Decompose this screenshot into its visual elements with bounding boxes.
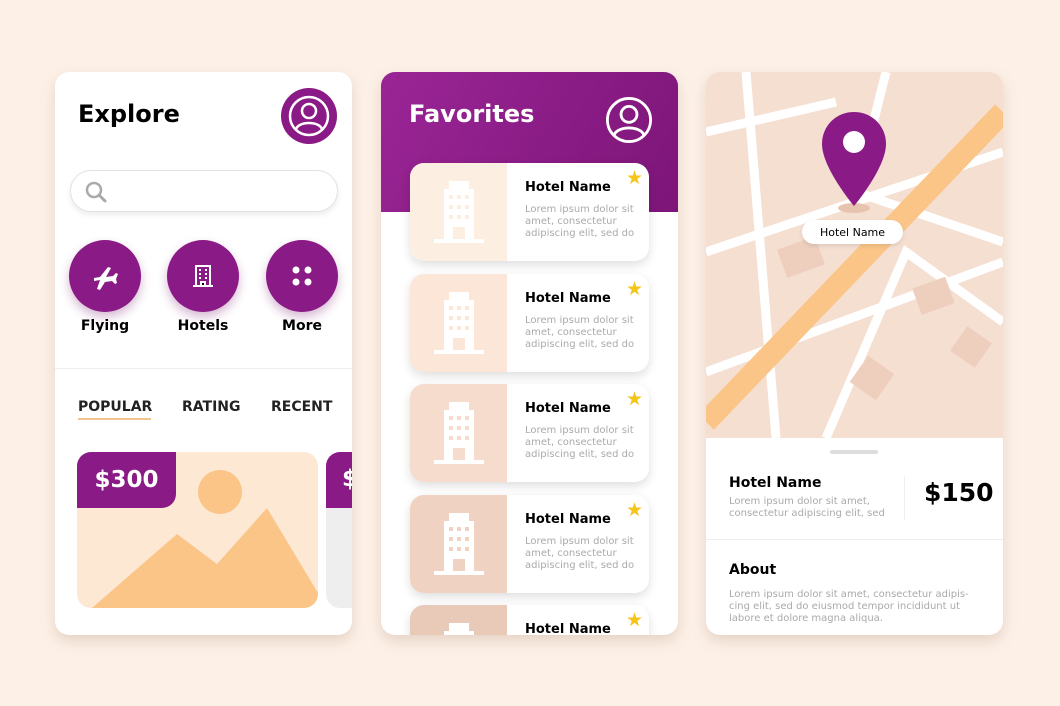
tab-rating[interactable]: RATING: [182, 399, 241, 415]
favorite-hotel-card[interactable]: Hotel Name Lorem ipsum dolor sit amet, c…: [410, 163, 649, 261]
active-tab-indicator: [78, 418, 151, 420]
hotel-image: [410, 605, 507, 635]
hotel-detail-screen: Hotel Name Hotel Name Lorem ipsum dolor …: [706, 72, 1003, 635]
user-icon: [288, 95, 330, 137]
search-icon: [85, 181, 107, 203]
category-label: Flying: [80, 318, 130, 334]
popular-card[interactable]: $: [326, 452, 352, 608]
hotel-name: Hotel Name: [525, 622, 611, 635]
hotel-image: [410, 494, 507, 593]
popular-card[interactable]: $300: [77, 452, 318, 608]
user-icon: [605, 96, 653, 144]
hotel-description: Lorem ipsum dolor sit amet, consectetur …: [525, 535, 635, 571]
about-title: About: [729, 562, 777, 578]
profile-avatar[interactable]: [281, 88, 337, 144]
divider: [55, 368, 352, 369]
tab-popular[interactable]: POPULAR: [78, 399, 152, 415]
star-icon[interactable]: ★: [626, 388, 643, 410]
building-icon: [433, 291, 484, 354]
hotel-name: Hotel Name: [525, 511, 611, 527]
favorite-hotel-card[interactable]: Hotel Name ★: [410, 605, 649, 635]
building-icon: [193, 265, 213, 287]
grid-dots-icon: [292, 266, 312, 286]
favorite-hotel-card[interactable]: Hotel Name Lorem ipsum dolor sit amet, c…: [410, 273, 649, 372]
hotel-image: [410, 384, 507, 482]
hotel-description: Lorem ipsum dolor sit amet, consectetur …: [525, 204, 635, 239]
hotel-name: Hotel Name: [525, 290, 611, 306]
star-icon[interactable]: ★: [626, 499, 643, 521]
star-icon[interactable]: ★: [626, 278, 643, 300]
about-text: Lorem ipsum dolor sit amet, consectetur …: [729, 589, 969, 624]
star-icon[interactable]: ★: [626, 609, 643, 631]
price-badge: $300: [77, 452, 176, 508]
hotel-description: Lorem ipsum dolor sit amet, consectetur …: [525, 314, 635, 350]
drag-handle[interactable]: [830, 450, 878, 454]
hotel-image: [410, 163, 507, 261]
profile-avatar[interactable]: [601, 92, 657, 148]
pin-label: Hotel Name: [802, 220, 903, 244]
star-icon[interactable]: ★: [626, 167, 643, 189]
search-input[interactable]: [70, 170, 338, 212]
category-label: Hotels: [177, 318, 229, 334]
hotel-description: Lorem ipsum dolor sit amet, consectetur …: [729, 496, 885, 519]
hotel-name: Hotel Name: [525, 401, 611, 416]
favorites-screen: Favorites Hotel Name Lorem ipsum dolor s…: [381, 72, 678, 635]
hotel-image: [410, 273, 507, 372]
category-flying[interactable]: Flying: [69, 240, 141, 334]
favorite-hotel-card[interactable]: Hotel Name Lorem ipsum dolor sit amet, c…: [410, 384, 649, 482]
location-pin-icon: [822, 112, 886, 213]
hotel-name: Hotel Name: [729, 475, 822, 491]
category-more[interactable]: More: [266, 240, 338, 334]
building-icon: [433, 512, 484, 575]
page-title: Favorites: [409, 100, 535, 128]
price-badge: $: [326, 452, 352, 508]
building-icon: [433, 402, 484, 464]
hotel-name: Hotel Name: [525, 180, 611, 195]
building-icon: [433, 181, 484, 243]
building-icon: [443, 623, 474, 635]
page-title: Explore: [78, 100, 180, 128]
explore-screen: Explore Flying Hotels More POPULAR RATIN…: [55, 72, 352, 635]
divider: [904, 476, 905, 520]
hotel-description: Lorem ipsum dolor sit amet, consectetur …: [525, 425, 635, 460]
price: $150: [924, 478, 994, 507]
tab-recent[interactable]: RECENT: [271, 399, 332, 415]
category-label: More: [282, 318, 322, 334]
divider: [706, 539, 1003, 540]
category-hotels[interactable]: Hotels: [167, 240, 239, 334]
airplane-icon: [94, 267, 118, 290]
favorite-hotel-card[interactable]: Hotel Name Lorem ipsum dolor sit amet, c…: [410, 494, 649, 593]
